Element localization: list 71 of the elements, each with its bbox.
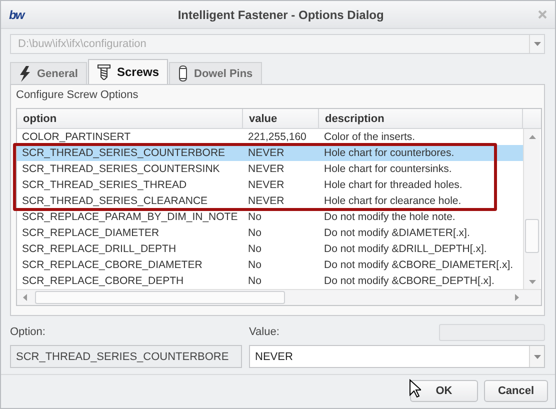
table-cell-text: SCR_REPLACE_CBORE_DEPTH — [21, 275, 185, 287]
table-cell-text: Hole chart for threaded holes. — [323, 179, 464, 191]
tab[interactable]: Dowel Pins — [169, 62, 262, 84]
table-row[interactable]: SCR_REPLACE_DIAMETER No Do not modify &DIAMETER[.x]. — [17, 225, 523, 241]
table-cell-text: No — [247, 211, 262, 223]
option-label: Option: — [10, 325, 46, 340]
value-label: Value: — [249, 325, 280, 340]
scroll-left-icon[interactable] — [23, 294, 27, 301]
table-cell-text: SCR_REPLACE_DIAMETER — [21, 227, 160, 239]
table-row[interactable]: SCR_THREAD_SERIES_COUNTERBORE NEVER Hole chart for counterbores. — [17, 145, 523, 161]
table-cell-text: No — [247, 259, 262, 271]
scroll-thumb[interactable] — [35, 291, 285, 304]
column-header[interactable]: description — [319, 109, 523, 128]
cursor-icon — [409, 379, 421, 398]
table-cell-text: SCR_REPLACE_DRILL_DEPTH — [21, 243, 178, 255]
table-cell-text: No — [247, 243, 262, 255]
table-cell-text: Hole chart for counterbores. — [323, 147, 456, 159]
close-icon[interactable] — [538, 10, 547, 19]
table-cell-text: COLOR_PARTINSERT — [21, 131, 132, 143]
table-cell-text: SCR_THREAD_SERIES_THREAD — [21, 179, 188, 191]
table-row[interactable]: SCR_REPLACE_CBORE_DIAMETER No Do not modify &CBORE_DIAMETER[.x]. — [17, 257, 523, 273]
scroll-up-icon[interactable] — [528, 134, 536, 138]
window-title: Intelligent Fastener - Options Dialog — [176, 8, 385, 22]
table-row[interactable]: SCR_THREAD_SERIES_CLEARANCE NEVER Hole chart for clearance hole. — [17, 193, 523, 209]
table-cell-text: SCR_THREAD_SERIES_CLEARANCE — [21, 195, 209, 207]
table-row[interactable]: COLOR_PARTINSERT 221,255,160 Color of the inserts. — [17, 129, 523, 145]
screw-icon — [96, 64, 111, 80]
column-header[interactable]: option — [17, 109, 243, 128]
dialog-button[interactable]: Cancel — [484, 380, 548, 402]
tab[interactable]: General — [10, 62, 87, 84]
scroll-thumb[interactable] — [525, 219, 539, 253]
lightning-icon — [19, 66, 31, 82]
table-row[interactable]: SCR_REPLACE_PARAM_BY_DIM_IN_NOTE No Do not modify the hole note. — [17, 209, 523, 225]
table-cell-text: NEVER — [247, 179, 286, 191]
table-cell-text: NEVER — [247, 163, 286, 175]
table-cell-text: Color of the inserts. — [323, 131, 416, 143]
vertical-scrollbar[interactable] — [523, 129, 540, 289]
dialog-button[interactable]: OK — [410, 380, 478, 402]
table-cell-text: Do not modify the hole note. — [323, 211, 456, 223]
tab[interactable]: Screws — [88, 59, 168, 84]
value-dropdown[interactable]: NEVER — [249, 345, 545, 368]
table-row[interactable]: SCR_REPLACE_DRILL_DEPTH No Do not modify &DRILL_DEPTH[.x]. — [17, 241, 523, 257]
column-header[interactable]: value — [243, 109, 319, 128]
table-cell-text: SCR_REPLACE_CBORE_DIAMETER — [21, 259, 204, 271]
table-cell-text: No — [247, 227, 262, 239]
table-cell-text: Hole chart for countersinks. — [323, 163, 453, 175]
table-row[interactable]: SCR_REPLACE_CBORE_DEPTH No Do not modify &CBORE_DEPTH[.x]. — [17, 273, 523, 289]
table-cell-text: NEVER — [247, 195, 286, 207]
table-cell-text: SCR_THREAD_SERIES_COUNTERBORE — [21, 147, 226, 159]
dropdown-arrow-icon — [534, 354, 540, 358]
table-cell-text: SCR_REPLACE_PARAM_BY_DIM_IN_NOTE — [21, 211, 239, 223]
dropdown-arrow-icon — [534, 42, 540, 46]
table-cell-text: Do not modify &DIAMETER[.x]. — [323, 227, 471, 239]
blank-button[interactable] — [439, 324, 545, 341]
horizontal-scrollbar[interactable] — [17, 289, 541, 305]
pin-icon — [178, 65, 188, 82]
scroll-down-icon[interactable] — [528, 280, 536, 284]
app-logo: bw — [9, 8, 24, 22]
table-cell-text: Do not modify &CBORE_DEPTH[.x]. — [323, 275, 496, 287]
table-cell-text: SCR_THREAD_SERIES_COUNTERSINK — [21, 163, 221, 175]
table-cell-text: Do not modify &DRILL_DEPTH[.x]. — [323, 243, 488, 255]
panel-heading: Configure Screw Options — [16, 89, 138, 101]
table-cell-text: Do not modify &CBORE_DIAMETER[.x]. — [323, 259, 514, 271]
table-cell-text: 221,255,160 — [247, 131, 308, 143]
option-field[interactable]: SCR_THREAD_SERIES_COUNTERBORE — [10, 345, 242, 368]
table-cell-text: NEVER — [247, 147, 286, 159]
scroll-right-icon[interactable] — [515, 294, 519, 301]
table-cell-text: No — [247, 275, 262, 287]
table-row[interactable]: SCR_THREAD_SERIES_COUNTERSINK NEVER Hole chart for countersinks. — [17, 161, 523, 177]
table-row[interactable]: SCR_THREAD_SERIES_THREAD NEVER Hole chart for threaded holes. — [17, 177, 523, 193]
table-cell-text: Hole chart for clearance hole. — [323, 195, 462, 207]
